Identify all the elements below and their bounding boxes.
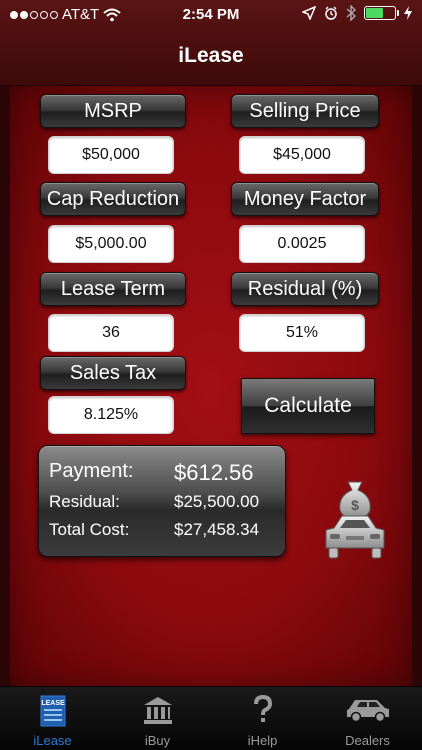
sales-tax-label: Sales Tax: [40, 356, 186, 390]
calculate-button[interactable]: Calculate: [241, 378, 375, 434]
sales-tax-field[interactable]: 8.125%: [48, 396, 174, 434]
tab-ilease[interactable]: LEASE iLease: [0, 687, 105, 750]
residual-value: $25,500.00: [174, 492, 260, 511]
payment-value: $612.56: [174, 460, 254, 485]
car-money-bag-icon: $: [325, 481, 385, 559]
tab-ihelp[interactable]: iHelp: [210, 687, 315, 750]
cap-reduction-field[interactable]: $5,000.00: [48, 225, 174, 263]
bluetooth-icon: [346, 5, 356, 21]
top-bar: AT&T 2:54 PM iLease: [0, 0, 422, 86]
selling-price-label: Selling Price: [231, 94, 379, 128]
alarm-clock-icon: [325, 6, 337, 20]
page-title: iLease: [178, 44, 244, 67]
tab-dealers[interactable]: Dealers: [315, 687, 420, 750]
money-factor-label: Money Factor: [231, 182, 379, 216]
money-factor-field[interactable]: 0.0025: [239, 225, 365, 263]
lease-term-label: Lease Term: [40, 272, 186, 306]
cap-reduction-label: Cap Reduction: [40, 182, 186, 216]
lease-term-field[interactable]: 36: [48, 314, 174, 352]
total-cost-value: $27,458.34: [174, 520, 260, 539]
msrp-label: MSRP: [40, 94, 186, 128]
car-icon: [315, 695, 420, 729]
lease-calculator-panel: MSRP Selling Price $50,000 $45,000 Cap R…: [10, 86, 412, 686]
selling-price-field[interactable]: $45,000: [239, 136, 365, 174]
bank-icon: [105, 695, 210, 729]
tab-ilease-label: iLease: [33, 733, 72, 748]
tab-ibuy[interactable]: iBuy: [105, 687, 210, 750]
tab-dealers-label: Dealers: [345, 733, 390, 748]
tab-bar: LEASE iLease iBuy iHelp Dealers: [0, 686, 422, 750]
svg-text:LEASE: LEASE: [41, 700, 65, 707]
residual-label: Residual:: [49, 492, 120, 511]
svg-text:$: $: [351, 497, 359, 513]
tab-ihelp-label: iHelp: [247, 733, 278, 748]
lease-doc-icon: LEASE: [0, 695, 105, 729]
msrp-field[interactable]: $50,000: [48, 136, 174, 174]
tab-ibuy-label: iBuy: [144, 733, 171, 748]
results-panel: Payment: $612.56 Residual: $25,500.00 To…: [38, 445, 286, 557]
battery-icon: [364, 6, 399, 20]
charging-bolt-icon: [404, 6, 412, 20]
status-icons: [302, 5, 412, 21]
payment-label: Payment:: [49, 460, 134, 482]
total-cost-label: Total Cost:: [49, 520, 130, 539]
residual-percent-label: Residual (%): [231, 272, 379, 306]
question-icon: [210, 695, 315, 729]
status-bar: AT&T 2:54 PM: [0, 0, 422, 30]
location-arrow-icon: [302, 6, 316, 20]
residual-percent-field[interactable]: 51%: [239, 314, 365, 352]
